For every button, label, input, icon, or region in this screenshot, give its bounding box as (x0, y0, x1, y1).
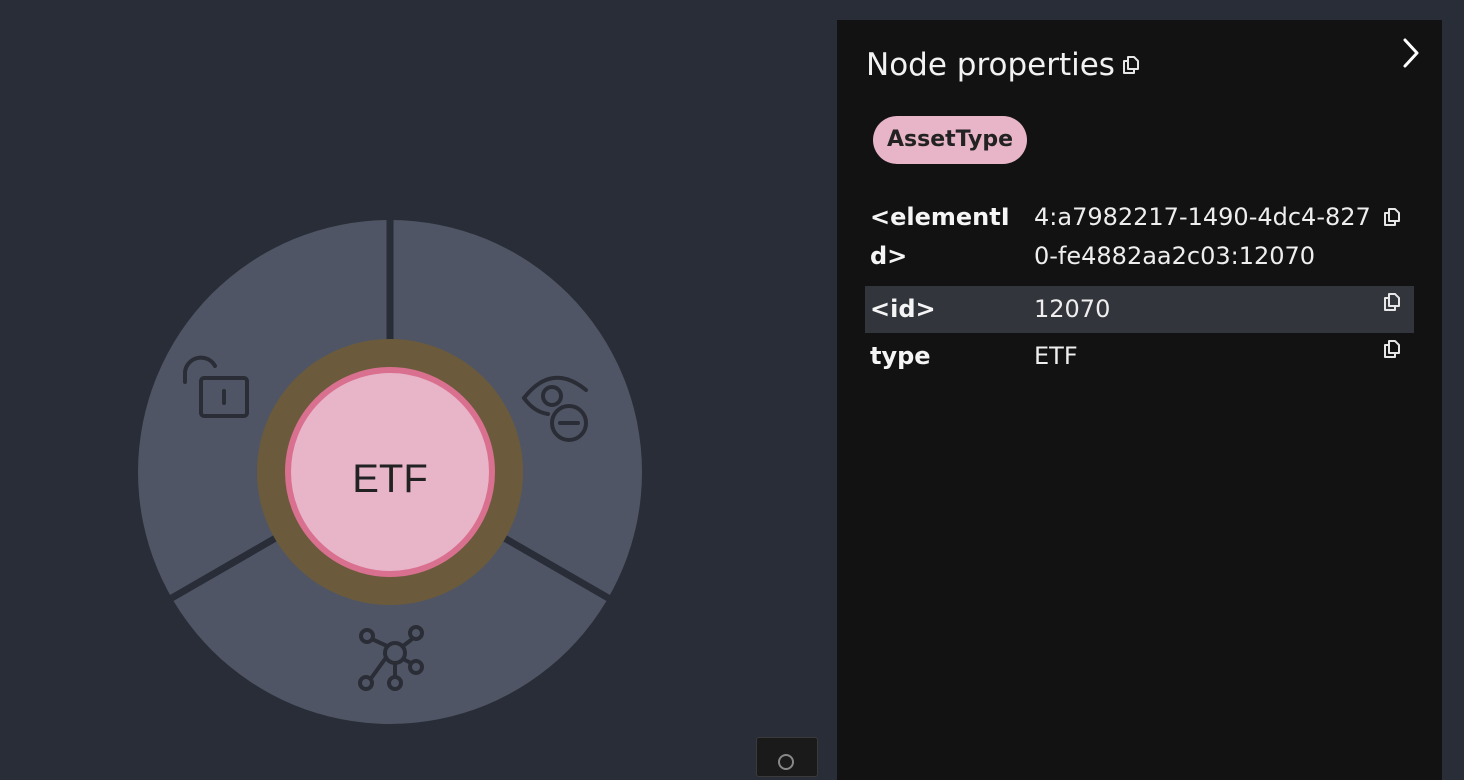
canvas-control-button[interactable] (756, 737, 818, 777)
property-key: <id> (870, 295, 936, 323)
property-row-elementid: <elementId> 4:a7982217-1490-4dc4-8270-fe… (865, 198, 1414, 282)
property-value: 4:a7982217-1490-4dc4-8270-fe4882aa2c03:1… (1034, 203, 1371, 270)
copy-icon[interactable] (1120, 54, 1142, 76)
graph-canvas[interactable]: ETF (0, 0, 837, 777)
chevron-right-icon[interactable] (1397, 36, 1425, 70)
property-value: ETF (1034, 342, 1078, 370)
property-row-type: type ETF (865, 337, 1414, 381)
node-radial-menu: ETF (138, 218, 642, 724)
node-caption: ETF (352, 457, 428, 501)
property-key: type (870, 342, 931, 370)
property-key: <elementId> (870, 203, 1010, 270)
zoom-icon (778, 754, 794, 770)
copy-icon[interactable] (1381, 338, 1403, 360)
property-value: 12070 (1034, 295, 1111, 323)
copy-icon[interactable] (1381, 291, 1403, 313)
property-row-id: <id> 12070 (865, 286, 1414, 333)
node-properties-panel: Node properties AssetType <elementId> 4:… (837, 20, 1442, 780)
panel-title: Node properties (866, 47, 1115, 83)
label-chip-asset-type[interactable]: AssetType (873, 116, 1028, 164)
copy-icon[interactable] (1381, 206, 1403, 228)
